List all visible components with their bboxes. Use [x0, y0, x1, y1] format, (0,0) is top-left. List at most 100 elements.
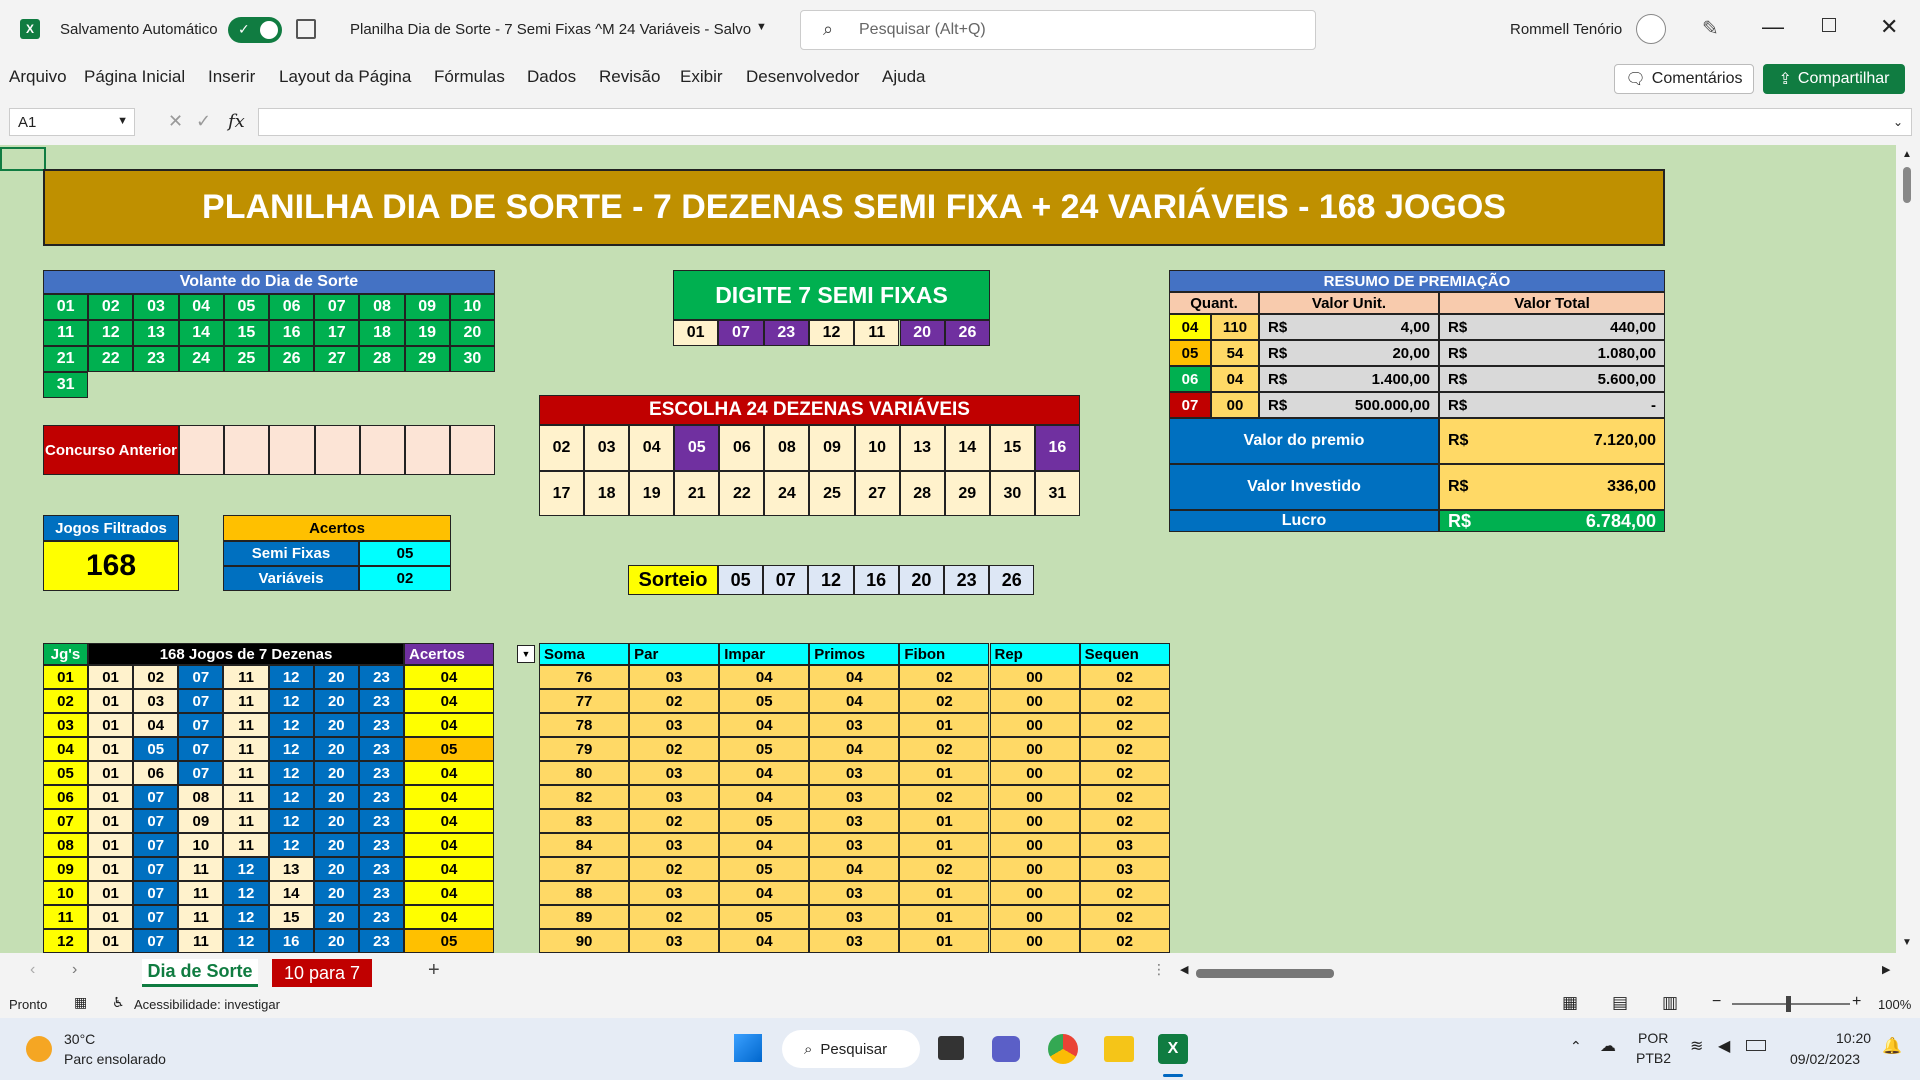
volante-number[interactable]: 21	[43, 346, 89, 372]
tab-inserir[interactable]: Inserir	[208, 67, 255, 87]
game-stat[interactable]: 00	[989, 665, 1080, 689]
game-acertos[interactable]: 04	[404, 665, 494, 689]
game-acertos[interactable]: 04	[404, 713, 494, 737]
game-stat[interactable]: 04	[809, 665, 900, 689]
premiacao-header[interactable]: Valor Total	[1439, 292, 1665, 314]
premiacao-total-cell[interactable]: R$ 5.600,00	[1439, 366, 1665, 392]
game-stat[interactable]: 03	[809, 809, 900, 833]
game-dezena[interactable]: 12	[268, 713, 314, 737]
game-dezena[interactable]: 20	[313, 881, 359, 905]
comments-button[interactable]: 🗨 Comentários	[1614, 64, 1754, 94]
game-dezena[interactable]: 08	[178, 785, 224, 809]
chrome-icon[interactable]	[1048, 1034, 1078, 1064]
semi-fixa-input[interactable]: 11	[854, 320, 900, 346]
game-stat[interactable]: 78	[539, 713, 630, 737]
game-stat[interactable]: 01	[899, 761, 990, 785]
taskbar-search[interactable]: ⌕ Pesquisar	[782, 1030, 920, 1068]
games-header-acertos[interactable]: Acertos	[404, 643, 494, 665]
game-stat[interactable]: 02	[899, 665, 990, 689]
game-dezena[interactable]: 23	[358, 905, 405, 929]
game-dezena[interactable]: 07	[133, 833, 179, 857]
variavel-input[interactable]: 14	[944, 425, 990, 471]
game-stat[interactable]: 00	[989, 905, 1080, 929]
tab-exibir[interactable]: Exibir	[680, 67, 723, 87]
premiacao-qty[interactable]: 110	[1211, 314, 1259, 340]
volante-number[interactable]: 03	[133, 294, 179, 320]
game-stat[interactable]: 80	[539, 761, 630, 785]
filter-dropdown-icon[interactable]: ▼	[517, 645, 535, 663]
sorteio-number[interactable]: 12	[808, 565, 854, 595]
game-dezena[interactable]: 01	[88, 785, 134, 809]
premiacao-total-cell[interactable]: R$ -	[1439, 392, 1665, 418]
avatar[interactable]	[1636, 14, 1666, 44]
game-dezena[interactable]: 12	[223, 905, 269, 929]
semi-fixa-input[interactable]: 07	[718, 320, 764, 346]
acertos-title[interactable]: Acertos	[223, 515, 451, 541]
game-dezena[interactable]: 01	[88, 905, 134, 929]
selected-cell-a1[interactable]	[0, 147, 46, 171]
game-dezena[interactable]: 11	[223, 809, 269, 833]
game-dezena[interactable]: 20	[313, 809, 359, 833]
stat-header[interactable]: Par	[629, 643, 720, 665]
volante-number[interactable]: 14	[178, 320, 224, 346]
game-stat[interactable]: 03	[809, 905, 900, 929]
scroll-up-icon[interactable]: ▲	[1902, 149, 1912, 160]
variavel-input[interactable]: 16	[1034, 425, 1080, 471]
game-dezena[interactable]: 07	[178, 737, 224, 761]
game-dezena[interactable]: 13	[268, 857, 314, 881]
variavel-input[interactable]: 08	[764, 425, 810, 471]
chevron-up-icon[interactable]: ⌃	[1570, 1038, 1582, 1055]
volante-number[interactable]: 06	[269, 294, 315, 320]
accessibility-status[interactable]: Acessibilidade: investigar	[134, 997, 280, 1012]
premiacao-qty[interactable]: 00	[1211, 392, 1259, 418]
stat-header[interactable]: Impar	[719, 643, 810, 665]
game-number[interactable]: 07	[43, 809, 88, 833]
sorteio-number[interactable]: 16	[853, 565, 899, 595]
game-dezena[interactable]: 07	[133, 857, 179, 881]
volante-number[interactable]: 27	[314, 346, 360, 372]
concurso-anterior-input[interactable]	[269, 425, 315, 475]
game-dezena[interactable]: 23	[358, 809, 405, 833]
game-stat[interactable]: 03	[629, 833, 720, 857]
wifi-icon[interactable]: ≋	[1690, 1036, 1703, 1056]
game-stat[interactable]: 05	[719, 809, 810, 833]
game-stat[interactable]: 05	[719, 689, 810, 713]
game-dezena[interactable]: 23	[358, 713, 405, 737]
game-dezena[interactable]: 12	[268, 737, 314, 761]
game-stat[interactable]: 03	[629, 881, 720, 905]
game-acertos[interactable]: 04	[404, 689, 494, 713]
variavel-input[interactable]: 24	[764, 471, 810, 516]
acertos-semi-label[interactable]: Semi Fixas	[223, 541, 359, 566]
game-dezena[interactable]: 07	[178, 761, 224, 785]
variavel-input[interactable]: 06	[719, 425, 765, 471]
premiacao-unit-cell[interactable]: R$ 1.400,00	[1259, 366, 1439, 392]
volante-number[interactable]: 23	[133, 346, 179, 372]
game-number[interactable]: 10	[43, 881, 88, 905]
lucro-label[interactable]: Lucro	[1169, 510, 1439, 532]
game-stat[interactable]: 02	[629, 689, 720, 713]
game-dezena[interactable]: 12	[268, 833, 314, 857]
tab-formulas[interactable]: Fórmulas	[434, 67, 505, 87]
game-dezena[interactable]: 01	[88, 761, 134, 785]
jogos-filtrados-value[interactable]: 168	[43, 541, 179, 591]
semi-fixa-input[interactable]: 23	[763, 320, 809, 346]
semi-fixa-input[interactable]: 20	[899, 320, 945, 346]
game-dezena[interactable]: 23	[358, 665, 405, 689]
game-dezena[interactable]: 01	[88, 665, 134, 689]
game-dezena[interactable]: 14	[268, 881, 314, 905]
volante-number[interactable]: 29	[404, 346, 450, 372]
restore-icon[interactable]	[1822, 18, 1836, 32]
game-dezena[interactable]: 12	[268, 809, 314, 833]
semi-fixas-title[interactable]: DIGITE 7 SEMI FIXAS	[673, 270, 990, 320]
macro-icon[interactable]: ▦	[74, 994, 87, 1011]
volante-number[interactable]: 04	[178, 294, 224, 320]
sorteio-label[interactable]: Sorteio	[628, 565, 718, 595]
autosave-toggle[interactable]: ✓	[228, 17, 282, 43]
game-dezena[interactable]: 07	[133, 881, 179, 905]
stat-header[interactable]: Primos	[809, 643, 900, 665]
game-dezena[interactable]: 10	[178, 833, 224, 857]
excel-taskbar-icon[interactable]: X	[1158, 1034, 1188, 1064]
premiacao-total-cell[interactable]: R$ 1.080,00	[1439, 340, 1665, 366]
semi-fixa-input[interactable]: 12	[808, 320, 855, 346]
document-title[interactable]: Planilha Dia de Sorte - 7 Semi Fixas ^M …	[350, 21, 751, 38]
